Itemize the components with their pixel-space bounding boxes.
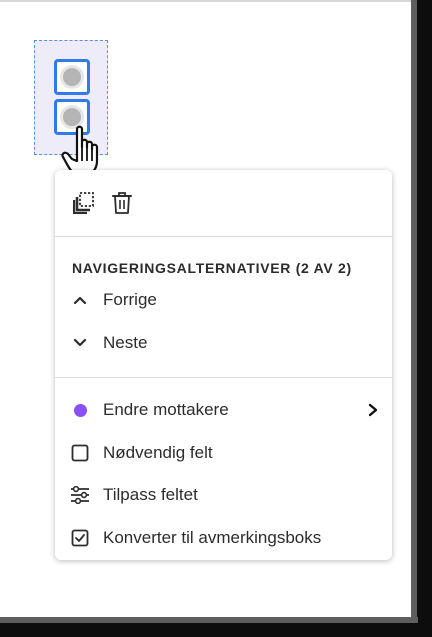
menu-divider	[55, 236, 392, 237]
menu-item-change-recipients[interactable]: Endre mottakere	[55, 392, 392, 428]
menu-item-label: Forrige	[103, 290, 157, 309]
window-top-edge	[0, 0, 418, 2]
radio-button-field-1[interactable]	[54, 59, 90, 95]
sliders-icon	[70, 485, 90, 505]
menu-item-label: Endre mottakere	[103, 400, 229, 419]
menu-item-label: Tilpass feltet	[103, 485, 198, 504]
navigation-section-header: NAVIGERINGSALTERNATIVER (2 AV 2)	[72, 260, 352, 276]
checkbox-empty-icon	[70, 443, 90, 463]
menu-item-required-field[interactable]: Nødvendig felt	[55, 435, 392, 471]
duplicate-button[interactable]	[71, 190, 97, 216]
menu-item-label: Konverter til avmerkingsboks	[103, 528, 322, 547]
delete-button[interactable]	[109, 190, 135, 216]
menu-item-convert-to-checkbox[interactable]: Konverter til avmerkingsboks	[55, 520, 392, 556]
recipient-color-dot	[70, 400, 90, 420]
trash-icon	[112, 192, 132, 214]
window-border-bottom	[0, 623, 432, 637]
chevron-down-icon	[70, 333, 90, 353]
chevron-right-icon	[368, 403, 378, 417]
radio-circle-icon	[60, 65, 84, 89]
menu-divider	[55, 377, 392, 378]
chevron-up-icon	[70, 290, 90, 310]
menu-item-label: Nødvendig felt	[103, 443, 213, 462]
menu-item-customize-field[interactable]: Tilpass feltet	[55, 477, 392, 513]
menu-item-previous[interactable]: Forrige	[55, 282, 392, 318]
window-border-right	[417, 0, 432, 637]
duplicate-icon	[73, 192, 94, 214]
field-context-menu: NAVIGERINGSALTERNATIVER (2 AV 2) Forrige…	[55, 170, 392, 560]
menu-toolbar	[55, 170, 392, 236]
menu-item-next[interactable]: Neste	[55, 325, 392, 361]
menu-item-label: Neste	[103, 333, 148, 352]
checkbox-checked-icon	[70, 528, 90, 548]
